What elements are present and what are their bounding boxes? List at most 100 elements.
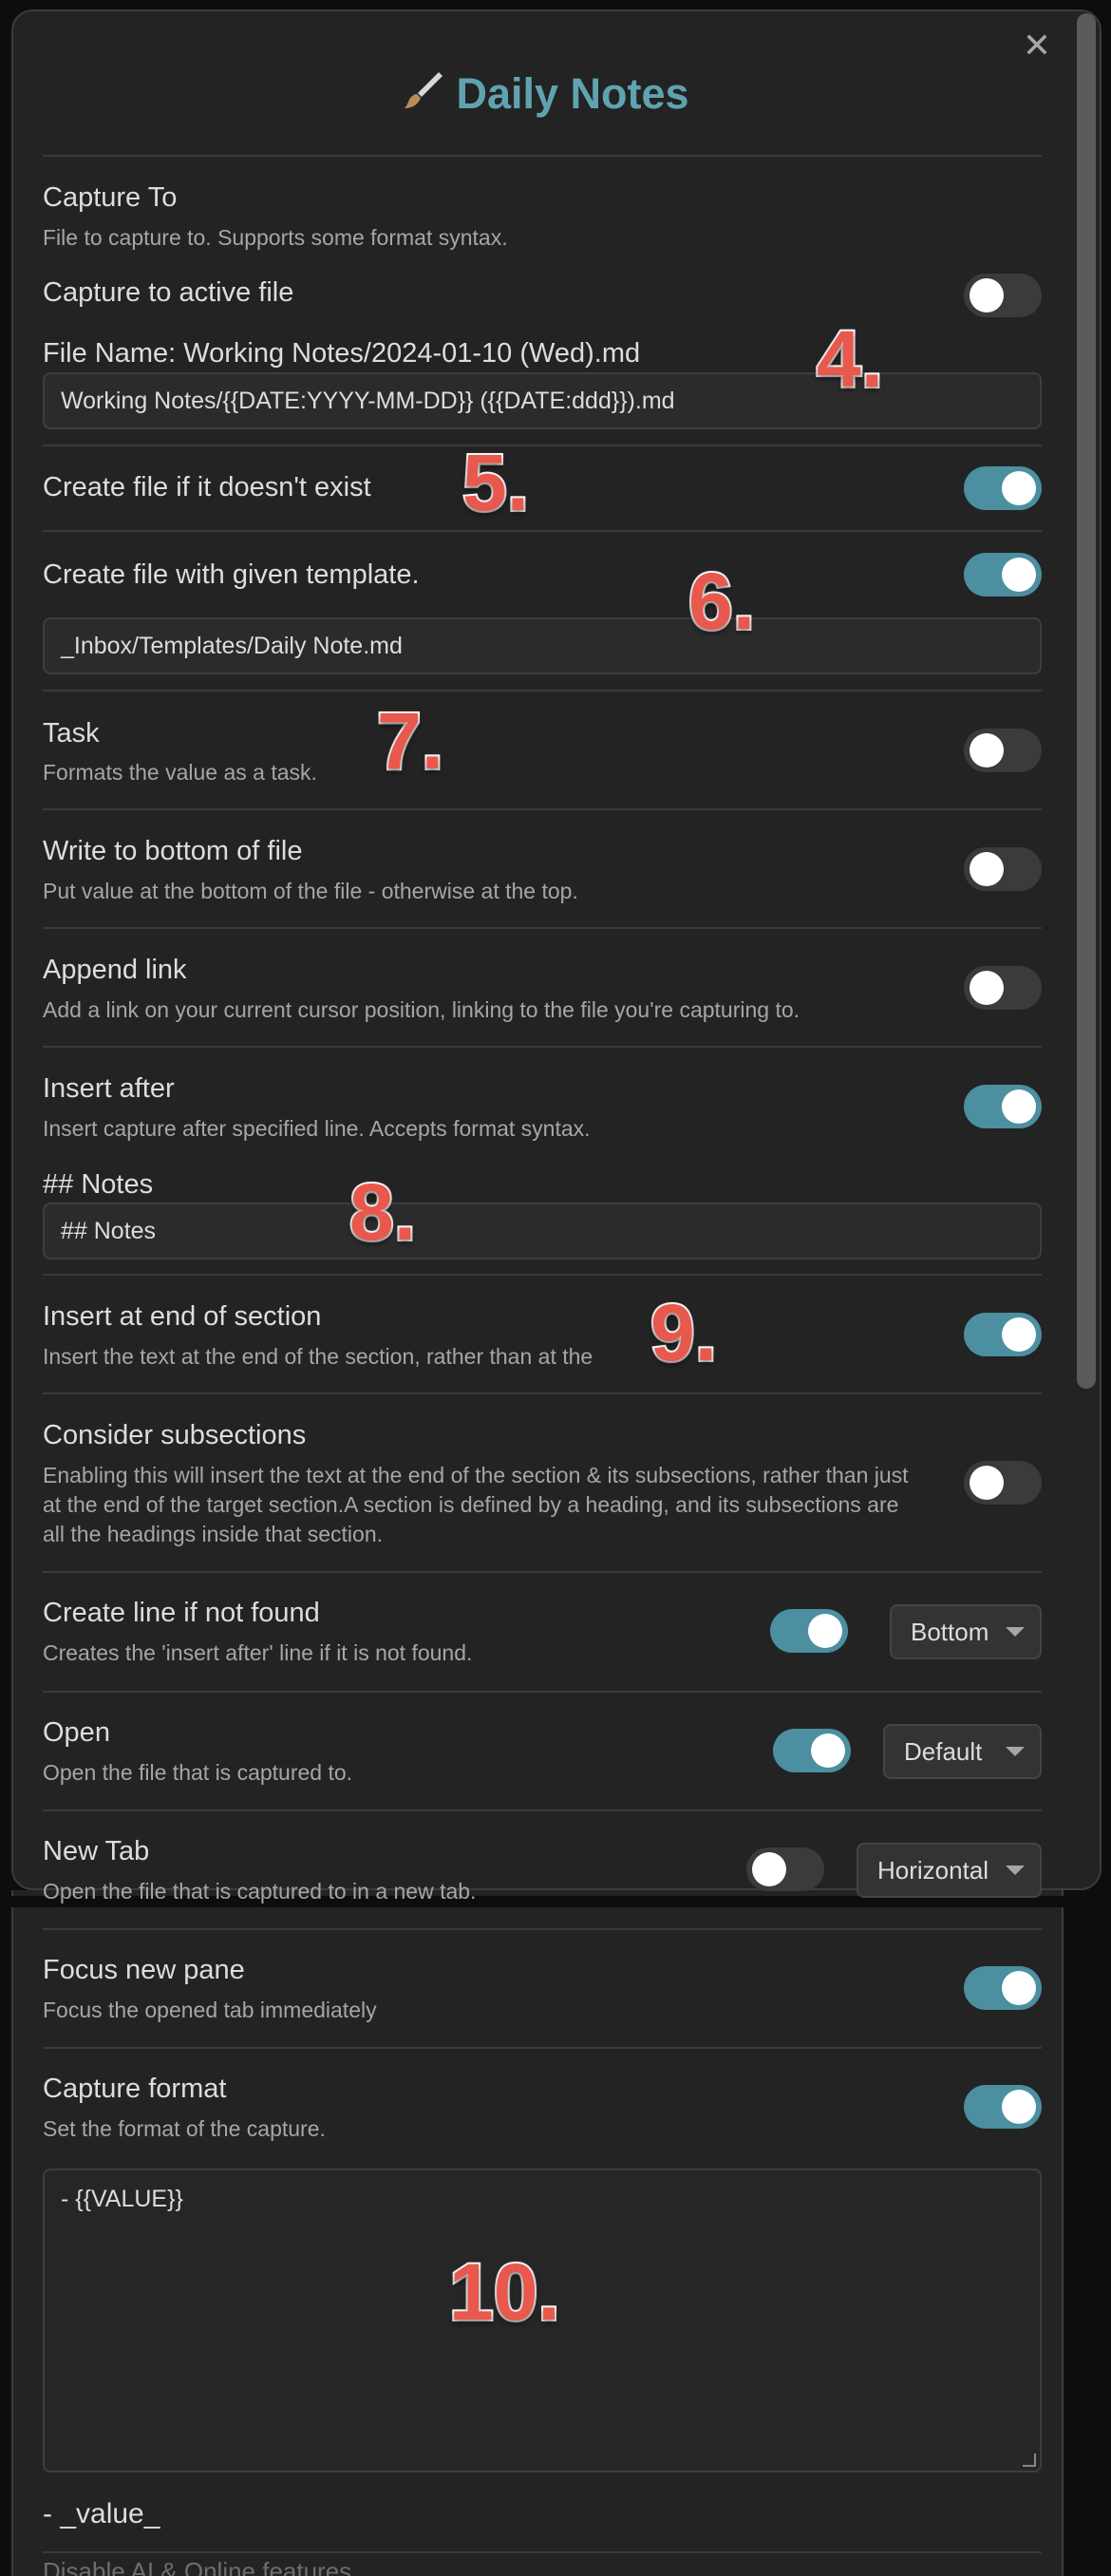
toggle-knob [1002,558,1036,592]
annotation-number: 10. [447,2245,562,2339]
open-desc: Open the file that is captured to. [43,1760,353,1785]
open-mode-select[interactable]: Default [883,1724,1042,1779]
consider-subsections-desc: Enabling this will insert the text at th… [43,1463,909,1546]
create-with-template-label: Create file with given template. [43,559,420,590]
divider [43,445,1042,446]
task-label: Task [43,718,100,748]
new-tab-direction-select[interactable]: Horizontal [857,1843,1042,1898]
chevron-down-icon [1006,1866,1025,1875]
toggle-knob [970,1466,1004,1500]
focus-pane-desc: Focus the opened tab immediately [43,1998,377,2022]
toggle-knob [1002,471,1036,505]
consider-subsections-label: Consider subsections [43,1420,307,1450]
create-line-toggle[interactable] [770,1609,848,1653]
divider [43,1274,1042,1276]
capture-to-label: Capture To [43,182,178,213]
paintbrush-icon [405,72,443,108]
insert-end-section-toggle[interactable] [964,1313,1042,1356]
divider [43,927,1042,929]
toggle-knob [970,971,1004,1005]
divider [43,2047,1042,2049]
append-link-label: Append link [43,955,187,985]
divider [43,530,1042,532]
toggle-knob [1002,1317,1036,1352]
insert-after-label: Insert after [43,1073,175,1104]
divider [43,1691,1042,1693]
divider [43,690,1042,691]
write-bottom-desc: Put value at the bottom of the file - ot… [43,879,578,903]
create-if-missing-toggle[interactable] [964,466,1042,510]
open-select-value: Default [904,1737,983,1766]
annotation-number: 4. [815,313,885,406]
divider [43,1571,1042,1573]
capture-format-toggle[interactable] [964,2085,1042,2129]
consider-subsections-toggle[interactable] [964,1461,1042,1505]
divider [43,1809,1042,1811]
append-link-desc: Add a link on your current cursor positi… [43,997,800,1022]
write-bottom-label: Write to bottom of file [43,836,303,866]
open-toggle[interactable] [773,1729,851,1772]
insert-after-desc: Insert capture after specified line. Acc… [43,1116,591,1141]
toggle-knob [811,1733,845,1768]
insert-after-sub-label: ## Notes [43,1169,154,1200]
divider [43,2551,1042,2553]
chevron-down-icon [1006,1747,1025,1756]
toggle-knob [1002,1971,1036,2005]
new-tab-desc: Open the file that is captured to in a n… [43,1879,477,1904]
modal-title: Daily Notes [0,68,1090,119]
divider [43,1928,1042,1930]
create-line-desc: Creates the 'insert after' line if it is… [43,1640,473,1665]
capture-format-label: Capture format [43,2074,227,2104]
annotation-number: 8. [348,1165,418,1259]
new-tab-select-value: Horizontal [877,1856,989,1885]
insert-end-section-desc: Insert the text at the end of the sectio… [43,1344,593,1369]
insert-after-input[interactable]: ## Notes [43,1203,1042,1260]
divider [43,155,1042,157]
create-with-template-toggle[interactable] [964,553,1042,597]
insert-after-toggle[interactable] [964,1085,1042,1128]
close-icon[interactable]: ✕ [1018,27,1056,65]
toggle-knob [752,1852,786,1886]
divider [43,1392,1042,1394]
create-if-missing-label: Create file if it doesn't exist [43,472,371,502]
format-preview: - _value_ [43,2498,160,2529]
toggle-knob [970,852,1004,886]
task-desc: Formats the value as a task. [43,760,317,785]
annotation-number: 6. [687,555,757,648]
focus-pane-label: Focus new pane [43,1955,245,1985]
chevron-down-icon [1006,1627,1025,1637]
template-path-input[interactable]: _Inbox/Templates/Daily Note.md [43,617,1042,674]
open-label: Open [43,1717,110,1748]
task-toggle[interactable] [964,729,1042,772]
annotation-number: 9. [649,1286,719,1379]
capture-format-text: - {{VALUE}} [61,2186,183,2212]
toggle-knob [1002,1089,1036,1124]
focus-pane-toggle[interactable] [964,1966,1042,2010]
file-name-input[interactable]: Working Notes/{{DATE:YYYY-MM-DD}} ({{DAT… [43,372,1042,429]
create-line-select-value: Bottom [911,1618,989,1646]
toggle-knob [970,278,1004,313]
cut-off-setting-label: Disable AI & Online features [43,2557,352,2576]
capture-active-toggle[interactable] [964,274,1042,317]
toggle-knob [1002,2090,1036,2124]
scrollbar-thumb[interactable] [1077,13,1096,1389]
capture-to-desc: File to capture to. Supports some format… [43,225,508,250]
annotation-number: 5. [461,436,531,529]
append-link-toggle[interactable] [964,966,1042,1010]
divider [43,1046,1042,1048]
insert-end-section-label: Insert at end of section [43,1301,322,1332]
capture-format-desc: Set the format of the capture. [43,2116,326,2141]
write-bottom-toggle[interactable] [964,847,1042,891]
file-name-label: File Name: Working Notes/2024-01-10 (Wed… [43,338,641,369]
annotation-number: 7. [375,694,445,787]
create-line-label: Create line if not found [43,1598,320,1628]
divider [43,808,1042,810]
resize-handle-icon[interactable] [1023,2453,1036,2467]
capture-active-label: Capture to active file [43,277,294,308]
new-tab-label: New Tab [43,1836,150,1866]
create-line-position-select[interactable]: Bottom [890,1604,1042,1659]
modal-title-text: Daily Notes [456,69,689,118]
new-tab-toggle[interactable] [746,1847,824,1891]
toggle-knob [808,1614,842,1648]
toggle-knob [970,733,1004,767]
